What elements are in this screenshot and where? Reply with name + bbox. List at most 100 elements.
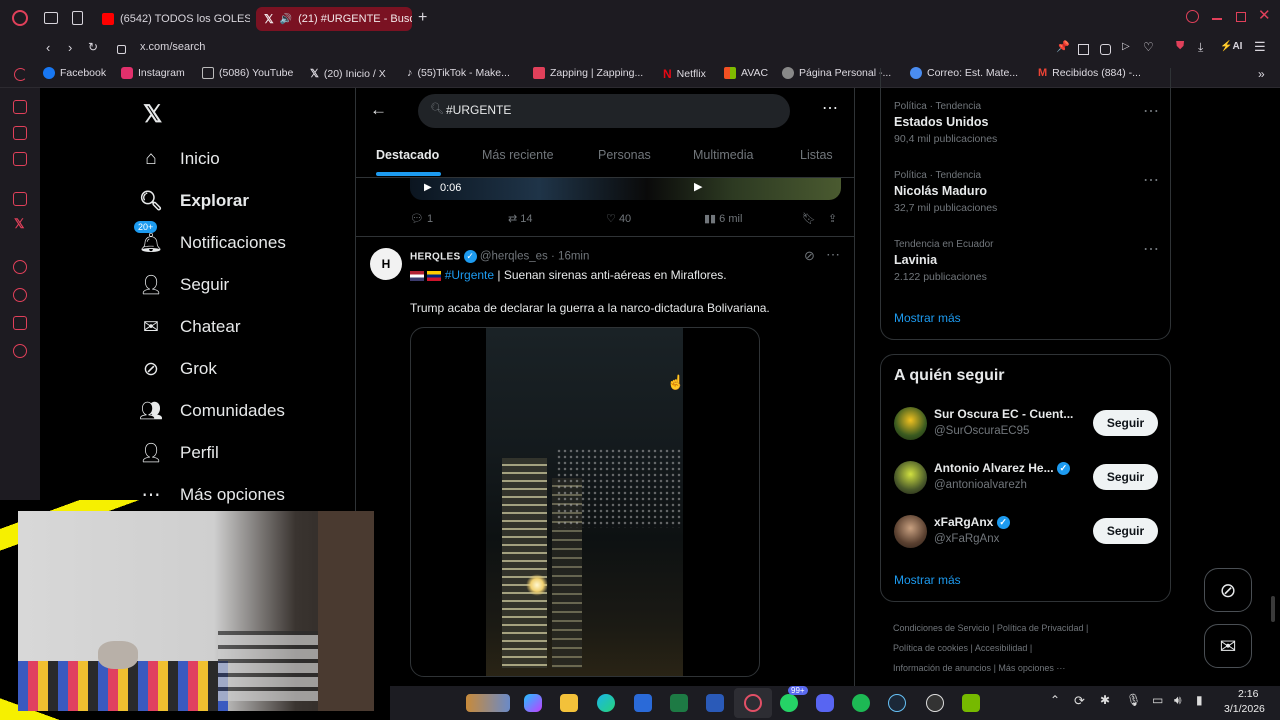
- new-tab-button[interactable]: +: [418, 9, 427, 27]
- bookmark-avac[interactable]: AVAC: [724, 67, 768, 79]
- post-time[interactable]: 16min: [558, 251, 589, 263]
- maximize-button[interactable]: [1236, 12, 1246, 22]
- spotify-icon[interactable]: [852, 694, 870, 712]
- twitch-icon[interactable]: [13, 192, 27, 206]
- reload-icon[interactable]: ↻: [88, 40, 98, 54]
- reply-button[interactable]: 💬︎ 1: [410, 212, 433, 225]
- search-input[interactable]: 🔍︎ #URGENTE: [418, 94, 790, 128]
- discord-icon[interactable]: [816, 694, 834, 712]
- share-icon[interactable]: ⇪: [828, 212, 837, 225]
- menu-icon[interactable]: ☰: [1254, 39, 1266, 55]
- pin-icon[interactable]: 📌: [1056, 40, 1070, 53]
- more-icon[interactable]: ⋯: [826, 246, 840, 263]
- views-button[interactable]: ▮▮ 6 mil: [704, 212, 742, 225]
- extensions-icon[interactable]: [13, 126, 27, 140]
- bookmark-zapping[interactable]: Zapping | Zapping...: [533, 67, 643, 79]
- page-icon[interactable]: [72, 11, 83, 25]
- play-icon[interactable]: ▶: [424, 182, 432, 193]
- tab-island-icon[interactable]: [14, 68, 27, 81]
- nav-grok[interactable]: ⊘ Grok: [140, 358, 217, 380]
- download-icon[interactable]: ⤓: [1198, 40, 1203, 55]
- grok-icon[interactable]: ⊘: [804, 248, 815, 264]
- grok-float-button[interactable]: ⊘: [1204, 568, 1252, 612]
- trend-item[interactable]: Política · Tendencia Estados Unidos 90,4…: [894, 101, 1159, 145]
- bookmark-x[interactable]: 𝕏 (20) Inicio / X: [310, 67, 386, 81]
- copilot-icon[interactable]: [524, 694, 542, 712]
- bookmark-youtube[interactable]: (5086) YouTube: [202, 67, 293, 79]
- nav-explorar[interactable]: 🔍︎ Explorar: [139, 190, 249, 212]
- follow-button[interactable]: Seguir: [1093, 410, 1158, 436]
- player-icon[interactable]: [13, 260, 27, 274]
- post-video[interactable]: [410, 327, 760, 677]
- tab-mas-reciente[interactable]: Más reciente: [482, 148, 554, 162]
- microphone-icon[interactable]: 🎙︎: [1126, 693, 1141, 707]
- nav-comunidades[interactable]: 👥︎ Comunidades: [139, 400, 285, 422]
- minimize-button[interactable]: [1212, 18, 1222, 20]
- hashtag-link[interactable]: #Urgente: [445, 268, 494, 282]
- footer-link[interactable]: Política de Privacidad: [997, 623, 1084, 633]
- puzzle-icon[interactable]: [13, 316, 27, 330]
- nav-chatear[interactable]: ✉ Chatear: [140, 316, 240, 338]
- messages-float-button[interactable]: ✉: [1204, 624, 1252, 668]
- settings-icon[interactable]: [13, 344, 27, 358]
- snapshot-icon[interactable]: [1078, 44, 1089, 55]
- more-icon[interactable]: ⋯: [822, 98, 838, 118]
- play-icon[interactable]: ▷: [1122, 41, 1130, 52]
- bookmark-netflix[interactable]: N Netflix: [663, 67, 706, 81]
- edge-icon[interactable]: [597, 694, 615, 712]
- tab-x-search[interactable]: 𝕏 🔊 (21) #URGENTE - Busc: [256, 7, 412, 31]
- widgets-icon[interactable]: [466, 694, 510, 712]
- nav-perfil[interactable]: 👤︎ Perfil: [139, 442, 219, 464]
- play-icon[interactable]: ▶: [694, 180, 702, 193]
- excel-icon[interactable]: [670, 694, 688, 712]
- messenger-icon[interactable]: [13, 152, 27, 166]
- speaker-icon[interactable]: 🔊: [280, 14, 292, 25]
- store-icon[interactable]: [634, 694, 652, 712]
- tab-youtube[interactable]: (6542) TODOS los GOLES: [94, 7, 250, 31]
- github-icon[interactable]: [926, 694, 944, 712]
- nvidia-icon[interactable]: [962, 694, 980, 712]
- sync-icon[interactable]: ⟳: [1074, 693, 1085, 709]
- clock-date[interactable]: 3/1/2026: [1224, 703, 1265, 715]
- network-icon[interactable]: ▭: [1152, 693, 1163, 707]
- footer-link[interactable]: Accesibilidad: [975, 643, 1028, 653]
- footer-link[interactable]: Condiciones de Servicio: [893, 623, 990, 633]
- back-arrow-icon[interactable]: ←: [370, 100, 387, 120]
- heart-icon[interactable]: ♡: [1143, 40, 1154, 54]
- tab-destacado[interactable]: Destacado: [376, 148, 439, 162]
- post-handle[interactable]: @herqles_es: [480, 251, 548, 263]
- word-icon[interactable]: [706, 694, 724, 712]
- tab-multimedia[interactable]: Multimedia: [693, 148, 753, 162]
- show-more-link[interactable]: Mostrar más: [894, 573, 961, 587]
- close-button[interactable]: ✕: [1258, 6, 1271, 24]
- more-icon[interactable]: ⋯: [1143, 101, 1159, 121]
- tab-listas[interactable]: Listas: [800, 148, 833, 162]
- adblock-icon[interactable]: [1100, 44, 1111, 55]
- aria-icon[interactable]: [13, 100, 27, 114]
- bookmark-personal-page[interactable]: Página Personal -...: [782, 67, 891, 79]
- chevron-right-icon[interactable]: »: [1258, 67, 1265, 81]
- prev-post-media[interactable]: ▶ 0:06 ▶: [410, 178, 841, 200]
- opera-logo-icon[interactable]: [12, 10, 28, 26]
- forward-icon[interactable]: ›: [68, 40, 72, 55]
- clock-time[interactable]: 2:16: [1238, 688, 1258, 700]
- bookmark-instagram[interactable]: Instagram: [121, 67, 185, 79]
- bookmark-facebook[interactable]: Facebook: [43, 67, 106, 79]
- bookmark-icon[interactable]: 🔖︎: [802, 212, 816, 225]
- x-logo-icon[interactable]: 𝕏: [14, 216, 24, 232]
- post-avatar[interactable]: H: [370, 248, 402, 280]
- nav-seguir[interactable]: 👤︎ Seguir: [139, 274, 229, 296]
- history-icon[interactable]: [13, 288, 27, 302]
- nav-inicio[interactable]: ⌂ Inicio: [140, 148, 219, 170]
- scrollbar[interactable]: [1271, 596, 1275, 622]
- show-more-link[interactable]: Mostrar más: [894, 311, 961, 325]
- x-logo-icon[interactable]: 𝕏: [143, 100, 162, 129]
- bluetooth-icon[interactable]: ✱: [1100, 693, 1110, 707]
- footer-link[interactable]: Política de cookies: [893, 643, 968, 653]
- bookmark-tiktok[interactable]: ♪ (55)TikTok - Make...: [407, 67, 510, 79]
- battery-icon[interactable]: ▮: [1196, 693, 1203, 707]
- like-button[interactable]: ♡ 40: [606, 212, 631, 225]
- more-icon[interactable]: ⋯: [1143, 239, 1159, 259]
- post-author-name[interactable]: HERQLES: [410, 252, 460, 263]
- url-field[interactable]: x.com/search: [140, 41, 205, 53]
